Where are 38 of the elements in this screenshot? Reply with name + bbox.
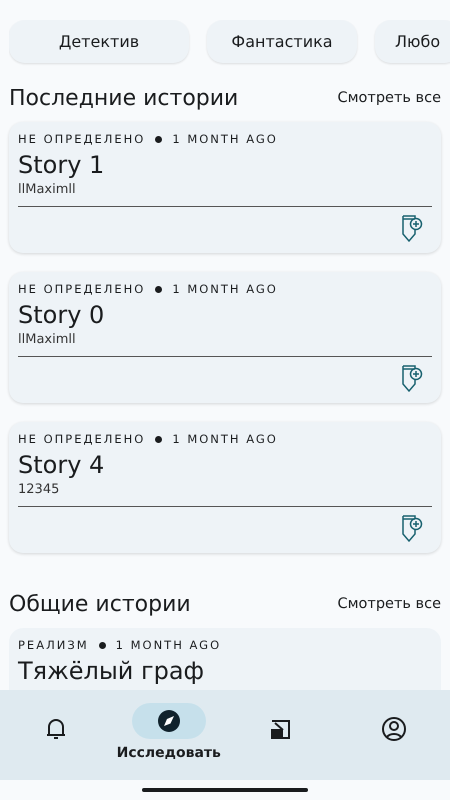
story-author: llMaximll — [18, 332, 77, 347]
story-title: Тяжёлый граф — [18, 656, 206, 686]
story-title: Story 0 — [18, 300, 106, 330]
compass-icon[interactable] — [156, 709, 181, 733]
separator-dot — [155, 436, 162, 442]
story-genre: НЕ ОПРЕДЕЛЕНО — [18, 432, 146, 446]
see-all-link[interactable]: Смотреть все — [337, 90, 441, 106]
nav-tab-highlight[interactable] — [132, 703, 206, 739]
genre-chip[interactable]: Детектив — [9, 20, 189, 63]
profile-icon[interactable] — [380, 716, 407, 742]
nav-label[interactable]: Исследовать — [116, 745, 221, 761]
story-genre: НЕ ОПРЕДЕЛЕНО — [18, 132, 146, 146]
story-time: 1 MONTH AGO — [116, 638, 222, 652]
bookmark-add-icon[interactable] — [401, 513, 423, 543]
story-time: 1 MONTH AGO — [172, 132, 278, 146]
bookmark-add-icon[interactable] — [401, 363, 423, 393]
section-title: Общие истории — [9, 592, 191, 616]
separator-dot — [155, 286, 162, 292]
story-title: Story 4 — [18, 450, 106, 480]
story-title: Story 1 — [18, 150, 106, 180]
genre-chip[interactable]: Фантастика — [207, 20, 357, 63]
section-title: Последние истории — [9, 86, 238, 110]
story-time: 1 MONTH AGO — [172, 282, 278, 296]
see-all-link[interactable]: Смотреть все — [337, 596, 441, 612]
story-genre: РЕАЛИЗМ — [18, 638, 89, 652]
story-genre: НЕ ОПРЕДЕЛЕНО — [18, 282, 146, 296]
story-author: llMaximll — [18, 182, 77, 197]
story-card[interactable]: НЕ ОПРЕДЕЛЕНО 1 MONTH AGO Story 1 llMaximll — [9, 122, 441, 253]
story-card[interactable]: РЕАЛИЗМ 1 MONTH AGO Тяжёлый граф — [9, 628, 441, 692]
separator-dot — [98, 642, 106, 648]
genre-chip[interactable]: Любо — [375, 20, 450, 63]
story-card[interactable]: НЕ ОПРЕДЕЛЕНО 1 MONTH AGO Story 0 llMaximll — [9, 272, 441, 403]
story-author: 12345 — [18, 482, 60, 497]
bookmark-add-icon[interactable] — [401, 213, 423, 243]
separator-dot — [155, 136, 162, 142]
story-time: 1 MONTH AGO — [172, 432, 278, 446]
bell-icon[interactable] — [45, 717, 68, 741]
story-card[interactable]: НЕ ОПРЕДЕЛЕНО 1 MONTH AGO Story 4 12345 — [9, 422, 441, 553]
